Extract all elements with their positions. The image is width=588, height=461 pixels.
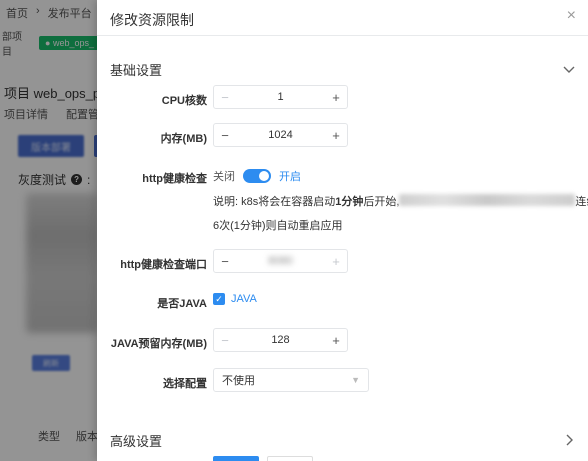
health-check-switch-row: 关闭 开启 — [213, 168, 301, 184]
redacted-text — [399, 194, 576, 206]
chevron-right-icon — [566, 434, 573, 446]
port-increment-button[interactable]: + — [325, 250, 347, 272]
close-icon[interactable]: × — [567, 8, 576, 24]
cpu-label: CPU核数 — [161, 95, 207, 107]
health-port-stepper[interactable]: − 8080 + — [213, 249, 348, 273]
config-select[interactable]: 不使用 ▼ — [213, 368, 369, 392]
advanced-settings-title: 高级设置 — [110, 433, 163, 449]
advanced-settings-header[interactable]: 高级设置 — [110, 429, 576, 451]
config-selected-value: 不使用 — [222, 375, 255, 387]
health-port-label: http健康检查端口 — [120, 259, 207, 271]
drawer-header: 修改资源限制 × — [97, 0, 588, 36]
memory-value[interactable]: 1024 — [236, 129, 325, 141]
resource-limit-drawer: 修改资源限制 × 基础设置 CPU核数 − 1 + 内存(MB) − 1024 … — [97, 0, 588, 461]
switch-off-text: 关闭 — [213, 171, 235, 183]
chevron-down-icon — [563, 66, 575, 73]
cpu-decrement-button[interactable]: − — [214, 86, 236, 108]
port-decrement-button[interactable]: − — [214, 250, 236, 272]
java-checkbox-row[interactable]: ✓ JAVA — [213, 293, 257, 305]
java-memory-decrement-button[interactable]: − — [214, 329, 236, 351]
health-check-label: http健康检查 — [142, 173, 207, 185]
cancel-button[interactable] — [267, 456, 313, 461]
chevron-down-icon: ▼ — [351, 375, 360, 385]
submit-button[interactable] — [213, 456, 259, 461]
java-memory-label: JAVA预留内存(MB) — [110, 338, 207, 350]
basic-settings-header[interactable]: 基础设置 — [110, 58, 576, 80]
java-memory-increment-button[interactable]: + — [325, 329, 347, 351]
memory-label: 内存(MB) — [160, 133, 207, 145]
config-label: 选择配置 — [163, 378, 207, 390]
cpu-value[interactable]: 1 — [236, 91, 325, 103]
memory-increment-button[interactable]: + — [325, 124, 347, 146]
java-label: 是否JAVA — [157, 298, 207, 310]
switch-on-text: 开启 — [279, 171, 301, 183]
basic-settings-title: 基础设置 — [110, 62, 163, 78]
drawer-title: 修改资源限制 — [110, 12, 194, 28]
health-check-description-line2: 6次(1分钟)则自动重启应用 — [213, 220, 343, 232]
java-checkbox[interactable]: ✓ — [213, 293, 225, 305]
cpu-stepper[interactable]: − 1 + — [213, 85, 348, 109]
cpu-increment-button[interactable]: + — [325, 86, 347, 108]
memory-stepper[interactable]: − 1024 + — [213, 123, 348, 147]
java-memory-value[interactable]: 128 — [236, 334, 325, 346]
memory-decrement-button[interactable]: − — [214, 124, 236, 146]
java-option-label[interactable]: JAVA — [231, 293, 257, 305]
port-value[interactable]: 8080 — [236, 255, 325, 267]
health-check-toggle[interactable] — [243, 169, 271, 183]
health-check-description: 说明: k8s将会在容器启动1分钟后开始,连续失败 — [213, 194, 588, 208]
java-memory-stepper[interactable]: − 128 + — [213, 328, 348, 352]
toggle-knob — [259, 171, 269, 181]
